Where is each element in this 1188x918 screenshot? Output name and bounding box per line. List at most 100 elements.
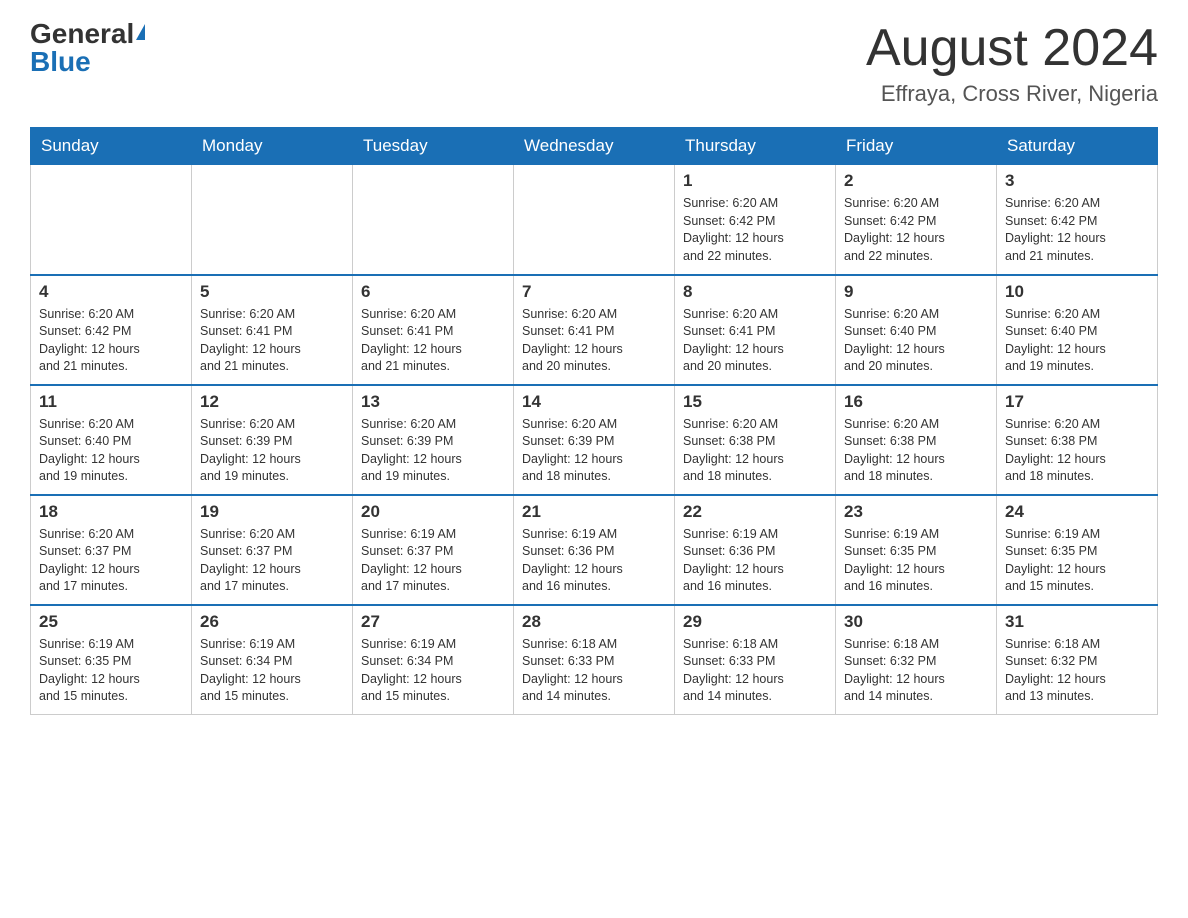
calendar-header-row: SundayMondayTuesdayWednesdayThursdayFrid… <box>31 128 1158 165</box>
day-of-week-header: Friday <box>836 128 997 165</box>
month-title: August 2024 <box>866 20 1158 77</box>
day-number: 10 <box>1005 282 1149 302</box>
calendar-cell: 8Sunrise: 6:20 AM Sunset: 6:41 PM Daylig… <box>675 275 836 385</box>
day-number: 26 <box>200 612 344 632</box>
calendar-cell: 28 Sunrise: 6:18 AM Sunset: 6:33 PM Dayli… <box>514 605 675 715</box>
calendar-cell: 21Sunrise: 6:19 AM Sunset: 6:36 PM Dayli… <box>514 495 675 605</box>
day-of-week-header: Thursday <box>675 128 836 165</box>
day-info: Sunrise: 6:20 AM Sunset: 6:38 PM Dayligh… <box>844 416 988 486</box>
day-info: Sunrise: 6:20 AM Sunset: 6:40 PM Dayligh… <box>1005 306 1149 376</box>
day-number: 23 <box>844 502 988 522</box>
day-info: Sunrise: 6:19 AM Sunset: 6:35 PM Dayligh… <box>1005 526 1149 596</box>
day-info: Sunrise: 6:19 AM Sunset: 6:35 PM Dayligh… <box>39 636 183 706</box>
logo-triangle-icon <box>136 24 145 40</box>
calendar-week-row: 1 Sunrise: 6:20 AM Sunset: 6:42 PM Daylig… <box>31 165 1158 275</box>
day-number: 14 <box>522 392 666 412</box>
calendar-cell: 6 Sunrise: 6:20 AM Sunset: 6:41 PM Daylig… <box>353 275 514 385</box>
calendar-cell: 26 Sunrise: 6:19 AM Sunset: 6:34 PM Dayli… <box>192 605 353 715</box>
day-info: Sunrise: 6:20 AM Sunset: 6:42 PM Dayligh… <box>39 306 183 376</box>
calendar-week-row: 11 Sunrise: 6:20 AM Sunset: 6:40 PM Dayli… <box>31 385 1158 495</box>
day-number: 3 <box>1005 171 1149 191</box>
calendar-cell: 14Sunrise: 6:20 AM Sunset: 6:39 PM Dayli… <box>514 385 675 495</box>
calendar-cell: 11 Sunrise: 6:20 AM Sunset: 6:40 PM Dayli… <box>31 385 192 495</box>
calendar-table: SundayMondayTuesdayWednesdayThursdayFrid… <box>30 127 1158 715</box>
day-info: Sunrise: 6:20 AM Sunset: 6:38 PM Dayligh… <box>683 416 827 486</box>
calendar-cell: 10 Sunrise: 6:20 AM Sunset: 6:40 PM Dayli… <box>997 275 1158 385</box>
location-text: Effraya, Cross River, Nigeria <box>866 81 1158 107</box>
day-info: Sunrise: 6:20 AM Sunset: 6:39 PM Dayligh… <box>361 416 505 486</box>
day-number: 9 <box>844 282 988 302</box>
day-info: Sunrise: 6:19 AM Sunset: 6:36 PM Dayligh… <box>522 526 666 596</box>
day-number: 29 <box>683 612 827 632</box>
calendar-cell: 25Sunrise: 6:19 AM Sunset: 6:35 PM Dayli… <box>31 605 192 715</box>
calendar-cell: 5Sunrise: 6:20 AM Sunset: 6:41 PM Daylig… <box>192 275 353 385</box>
calendar-cell: 15 Sunrise: 6:20 AM Sunset: 6:38 PM Dayli… <box>675 385 836 495</box>
calendar-cell <box>31 165 192 275</box>
day-number: 30 <box>844 612 988 632</box>
title-section: August 2024 Effraya, Cross River, Nigeri… <box>866 20 1158 107</box>
day-info: Sunrise: 6:19 AM Sunset: 6:34 PM Dayligh… <box>200 636 344 706</box>
calendar-week-row: 25Sunrise: 6:19 AM Sunset: 6:35 PM Dayli… <box>31 605 1158 715</box>
day-number: 20 <box>361 502 505 522</box>
day-of-week-header: Saturday <box>997 128 1158 165</box>
calendar-cell: 19Sunrise: 6:20 AM Sunset: 6:37 PM Dayli… <box>192 495 353 605</box>
calendar-cell: 18 Sunrise: 6:20 AM Sunset: 6:37 PM Dayli… <box>31 495 192 605</box>
day-info: Sunrise: 6:18 AM Sunset: 6:33 PM Dayligh… <box>522 636 666 706</box>
day-info: Sunrise: 6:19 AM Sunset: 6:36 PM Dayligh… <box>683 526 827 596</box>
day-number: 24 <box>1005 502 1149 522</box>
day-info: Sunrise: 6:20 AM Sunset: 6:40 PM Dayligh… <box>844 306 988 376</box>
day-of-week-header: Monday <box>192 128 353 165</box>
calendar-cell: 31 Sunrise: 6:18 AM Sunset: 6:32 PM Dayli… <box>997 605 1158 715</box>
day-number: 31 <box>1005 612 1149 632</box>
day-info: Sunrise: 6:20 AM Sunset: 6:38 PM Dayligh… <box>1005 416 1149 486</box>
calendar-cell: 7 Sunrise: 6:20 AM Sunset: 6:41 PM Daylig… <box>514 275 675 385</box>
calendar-cell <box>192 165 353 275</box>
calendar-cell: 13 Sunrise: 6:20 AM Sunset: 6:39 PM Dayli… <box>353 385 514 495</box>
day-of-week-header: Sunday <box>31 128 192 165</box>
day-number: 7 <box>522 282 666 302</box>
day-number: 18 <box>39 502 183 522</box>
day-of-week-header: Wednesday <box>514 128 675 165</box>
day-number: 28 <box>522 612 666 632</box>
calendar-cell: 16 Sunrise: 6:20 AM Sunset: 6:38 PM Dayli… <box>836 385 997 495</box>
day-info: Sunrise: 6:20 AM Sunset: 6:37 PM Dayligh… <box>39 526 183 596</box>
day-number: 19 <box>200 502 344 522</box>
day-number: 1 <box>683 171 827 191</box>
day-info: Sunrise: 6:20 AM Sunset: 6:40 PM Dayligh… <box>39 416 183 486</box>
day-info: Sunrise: 6:20 AM Sunset: 6:42 PM Dayligh… <box>683 195 827 265</box>
day-number: 16 <box>844 392 988 412</box>
logo: General Blue <box>30 20 145 76</box>
calendar-cell: 30Sunrise: 6:18 AM Sunset: 6:32 PM Dayli… <box>836 605 997 715</box>
day-info: Sunrise: 6:18 AM Sunset: 6:33 PM Dayligh… <box>683 636 827 706</box>
day-info: Sunrise: 6:19 AM Sunset: 6:34 PM Dayligh… <box>361 636 505 706</box>
day-number: 6 <box>361 282 505 302</box>
day-number: 13 <box>361 392 505 412</box>
calendar-cell: 4 Sunrise: 6:20 AM Sunset: 6:42 PM Daylig… <box>31 275 192 385</box>
day-number: 12 <box>200 392 344 412</box>
day-info: Sunrise: 6:20 AM Sunset: 6:41 PM Dayligh… <box>683 306 827 376</box>
day-number: 27 <box>361 612 505 632</box>
calendar-cell: 29 Sunrise: 6:18 AM Sunset: 6:33 PM Dayli… <box>675 605 836 715</box>
day-info: Sunrise: 6:19 AM Sunset: 6:37 PM Dayligh… <box>361 526 505 596</box>
calendar-cell: 20 Sunrise: 6:19 AM Sunset: 6:37 PM Dayli… <box>353 495 514 605</box>
logo-general-text: General <box>30 20 134 48</box>
calendar-cell <box>514 165 675 275</box>
day-number: 15 <box>683 392 827 412</box>
calendar-cell: 24 Sunrise: 6:19 AM Sunset: 6:35 PM Dayli… <box>997 495 1158 605</box>
day-info: Sunrise: 6:20 AM Sunset: 6:41 PM Dayligh… <box>522 306 666 376</box>
day-info: Sunrise: 6:18 AM Sunset: 6:32 PM Dayligh… <box>1005 636 1149 706</box>
calendar-cell: 27 Sunrise: 6:19 AM Sunset: 6:34 PM Dayli… <box>353 605 514 715</box>
day-number: 11 <box>39 392 183 412</box>
day-info: Sunrise: 6:20 AM Sunset: 6:41 PM Dayligh… <box>200 306 344 376</box>
day-of-week-header: Tuesday <box>353 128 514 165</box>
calendar-cell: 9 Sunrise: 6:20 AM Sunset: 6:40 PM Daylig… <box>836 275 997 385</box>
day-number: 2 <box>844 171 988 191</box>
calendar-cell: 3Sunrise: 6:20 AM Sunset: 6:42 PM Daylig… <box>997 165 1158 275</box>
calendar-cell: 22 Sunrise: 6:19 AM Sunset: 6:36 PM Dayli… <box>675 495 836 605</box>
day-info: Sunrise: 6:20 AM Sunset: 6:39 PM Dayligh… <box>200 416 344 486</box>
calendar-cell <box>353 165 514 275</box>
day-number: 4 <box>39 282 183 302</box>
day-info: Sunrise: 6:20 AM Sunset: 6:41 PM Dayligh… <box>361 306 505 376</box>
day-number: 22 <box>683 502 827 522</box>
calendar-cell: 12 Sunrise: 6:20 AM Sunset: 6:39 PM Dayli… <box>192 385 353 495</box>
